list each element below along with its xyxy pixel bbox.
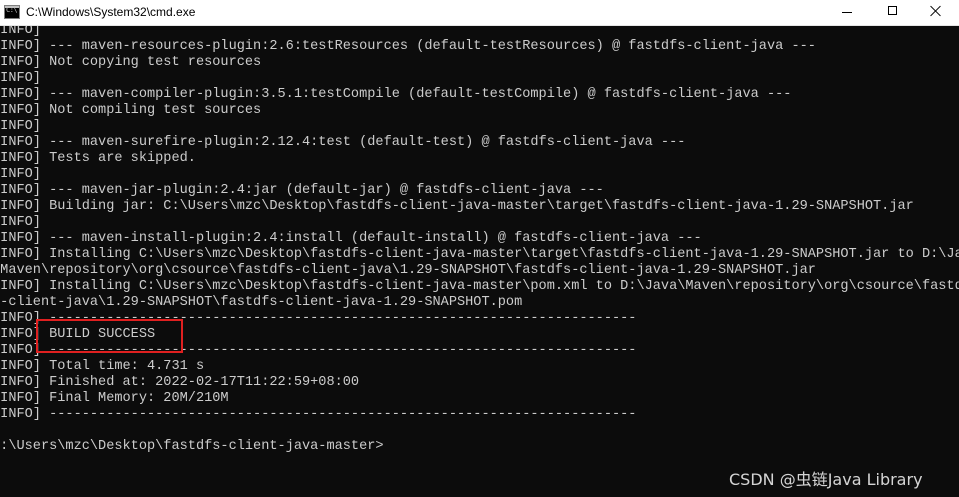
console-line: [INFO] ---------------------------------… <box>0 311 637 326</box>
console-line: [INFO] Not compiling test sources <box>0 103 262 118</box>
console-line: [INFO] ---------------------------------… <box>0 407 637 422</box>
cmd-window: C:\ C:\Windows\System32\cmd.exe [INFO][I… <box>0 0 959 497</box>
console-line: [INFO] <box>0 167 41 182</box>
console-lines: [INFO][INFO] --- maven-resources-plugin:… <box>0 26 959 455</box>
console-line: [INFO] --- maven-jar-plugin:2.4:jar (def… <box>0 183 604 198</box>
console-output[interactable]: [INFO][INFO] --- maven-resources-plugin:… <box>0 26 959 497</box>
console-line: [INFO] Final Memory: 20M/210M <box>0 391 229 406</box>
console-line: [INFO] <box>0 71 41 86</box>
console-line: \Maven\repository\org\csource\fastdfs-cl… <box>0 263 816 278</box>
maximize-icon <box>888 6 897 15</box>
minimize-icon <box>842 12 852 13</box>
console-line: [INFO] <box>0 26 41 38</box>
console-line: [INFO] --- maven-surefire-plugin:2.12.4:… <box>0 135 686 150</box>
console-line: [INFO] --- maven-compiler-plugin:3.5.1:t… <box>0 87 792 102</box>
console-line: [INFO] --- maven-install-plugin:2.4:inst… <box>0 231 702 246</box>
minimize-button[interactable] <box>824 0 870 25</box>
close-icon <box>930 5 942 17</box>
title-bar[interactable]: C:\ C:\Windows\System32\cmd.exe <box>0 0 959 26</box>
console-line: [INFO] Total time: 4.731 s <box>0 359 205 374</box>
console-icon[interactable]: C:\ <box>4 5 20 19</box>
console-line: [INFO] Finished at: 2022-02-17T11:22:59+… <box>0 375 360 390</box>
console-line: [INFO] BUILD SUCCESS <box>0 327 156 342</box>
console-line: [INFO] Not copying test resources <box>0 55 262 70</box>
console-icon-text: C:\ <box>6 6 18 14</box>
console-line: [INFO] <box>0 215 41 230</box>
console-line: s-client-java\1.29-SNAPSHOT\fastdfs-clie… <box>0 295 523 310</box>
console-line: [INFO] <box>0 119 41 134</box>
close-button[interactable] <box>913 0 959 25</box>
maximize-button[interactable] <box>870 0 916 25</box>
window-title: C:\Windows\System32\cmd.exe <box>26 5 196 19</box>
console-line: [INFO] Installing C:\Users\mzc\Desktop\f… <box>0 247 959 262</box>
console-line: [INFO] Tests are skipped. <box>0 151 196 166</box>
console-line: [INFO] --- maven-resources-plugin:2.6:te… <box>0 39 816 54</box>
watermark: CSDN @虫链Java Library <box>729 470 923 489</box>
console-line: C:\Users\mzc\Desktop\fastdfs-client-java… <box>0 439 384 454</box>
console-line: [INFO] Building jar: C:\Users\mzc\Deskto… <box>0 199 914 214</box>
console-line: [INFO] Installing C:\Users\mzc\Desktop\f… <box>0 279 959 294</box>
console-line: [INFO] ---------------------------------… <box>0 343 637 358</box>
